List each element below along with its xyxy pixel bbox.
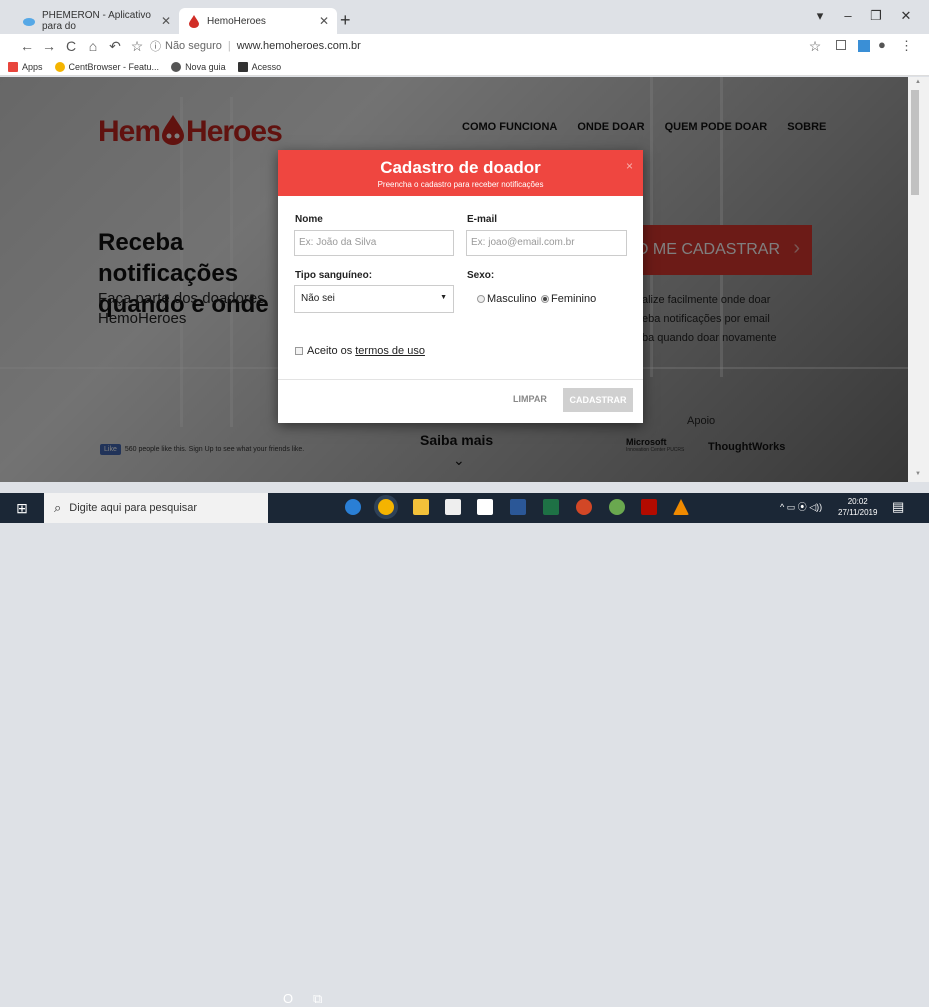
radio-label: Masculino bbox=[487, 293, 537, 305]
search-icon: ⌕ bbox=[54, 500, 62, 515]
radio-masculino[interactable]: Masculino bbox=[477, 293, 537, 305]
app-icon[interactable] bbox=[609, 499, 625, 515]
nome-label: Nome bbox=[295, 214, 323, 225]
submit-button[interactable]: CADASTRAR bbox=[563, 388, 633, 412]
search-placeholder: Digite aqui para pesquisar bbox=[69, 502, 198, 514]
taskbar-search[interactable]: ⌕ Digite aqui para pesquisar bbox=[44, 493, 268, 523]
system-tray[interactable]: ^ ▭ ⦿ ◁)) bbox=[780, 500, 822, 513]
cloud-favicon-icon bbox=[22, 14, 36, 28]
bookmark-star-button[interactable]: ☆ bbox=[126, 38, 148, 55]
radio-icon bbox=[477, 295, 485, 303]
restore-button[interactable]: ❐ bbox=[864, 8, 888, 24]
home-button[interactable]: ⌂ bbox=[82, 38, 104, 54]
scroll-up-icon[interactable]: ▲ bbox=[915, 79, 921, 85]
tab-label: PHEMERON - Aplicativo para do bbox=[42, 10, 151, 32]
extension-icon[interactable] bbox=[836, 40, 846, 50]
bookmark-label: CentBrowser - Featu... bbox=[68, 61, 160, 72]
bookmark-label: Apps bbox=[22, 61, 43, 72]
tab-strip: PHEMERON - Aplicativo para do ✕ HemoHero… bbox=[0, 0, 929, 34]
centbrowser-icon bbox=[54, 61, 65, 72]
tab-phemeron[interactable]: PHEMERON - Aplicativo para do ✕ bbox=[14, 8, 179, 34]
windows-start-icon[interactable]: ⊞ bbox=[0, 500, 44, 517]
modal-subtitle: Preencha o cadastro para receber notific… bbox=[377, 180, 544, 189]
clock-time: 20:02 bbox=[847, 497, 868, 506]
modal-title: Cadastro de doador bbox=[380, 158, 541, 177]
centbrowser-icon[interactable] bbox=[378, 499, 394, 515]
bookmark-label: Acesso bbox=[251, 61, 282, 72]
dropdown-arrow-icon: ▼ bbox=[440, 294, 447, 301]
history-button[interactable]: ↶ bbox=[104, 38, 126, 55]
terms-link[interactable]: termos de uso bbox=[355, 345, 425, 357]
signup-modal: Cadastro de doador Preencha o cadastro p… bbox=[278, 150, 643, 423]
tipo-sanguineo-select[interactable]: Não sei ▼ bbox=[294, 285, 454, 313]
bookmark-label: Nova guia bbox=[185, 61, 226, 72]
powerpoint-icon[interactable] bbox=[576, 499, 592, 515]
word-icon[interactable] bbox=[510, 499, 526, 515]
url-separator: | bbox=[227, 40, 231, 52]
sexo-label: Sexo: bbox=[467, 270, 495, 281]
bookmark-centbrowser[interactable]: CentBrowser - Featu... bbox=[54, 61, 160, 72]
bookmark-acesso[interactable]: Acesso bbox=[237, 61, 282, 72]
apps-grid-icon bbox=[8, 61, 18, 72]
checkbox-icon bbox=[295, 347, 303, 355]
close-window-button[interactable]: ✕ bbox=[894, 8, 918, 24]
info-icon[interactable]: ⓘ bbox=[150, 38, 161, 54]
radio-checked-icon bbox=[541, 295, 549, 303]
modal-footer-divider bbox=[278, 379, 643, 380]
security-status: Não seguro bbox=[165, 40, 222, 52]
notification-extension-icon[interactable] bbox=[858, 40, 870, 52]
tab-hemoheroes[interactable]: HemoHeroes ✕ bbox=[179, 8, 337, 34]
navigation-toolbar: ← → C ⌂ ↶ ☆ ⓘ Não seguro | www.hemoheroe… bbox=[0, 34, 929, 58]
profile-icon[interactable]: ● bbox=[878, 37, 886, 52]
bookmarks-bar: Apps CentBrowser - Featu... Nova guia Ac… bbox=[0, 58, 929, 76]
back-button[interactable]: ← bbox=[16, 38, 38, 54]
globe-icon bbox=[171, 61, 182, 72]
minimize-button[interactable]: – bbox=[836, 8, 860, 23]
excel-icon[interactable] bbox=[543, 499, 559, 515]
clock-date: 27/11/2019 bbox=[838, 508, 878, 517]
nome-field[interactable]: Ex: João da Silva bbox=[294, 230, 454, 256]
tab-label: HemoHeroes bbox=[207, 15, 266, 27]
clear-button[interactable]: LIMPAR bbox=[513, 394, 547, 404]
mail-icon[interactable] bbox=[477, 499, 493, 515]
tab-search-dropdown-icon[interactable]: ▾ bbox=[808, 8, 832, 24]
terms-label: Aceito os bbox=[307, 345, 353, 357]
store-icon[interactable] bbox=[445, 499, 461, 515]
radio-feminino[interactable]: Feminino bbox=[541, 293, 596, 305]
new-tab-button[interactable]: + bbox=[340, 10, 351, 31]
blood-drop-favicon-icon bbox=[187, 14, 201, 28]
tab-close-icon[interactable]: ✕ bbox=[161, 14, 171, 28]
file-explorer-icon[interactable] bbox=[413, 499, 429, 515]
bookmark-page-icon[interactable]: ☆ bbox=[804, 38, 826, 55]
url-text[interactable]: www.hemoheroes.com.br bbox=[237, 40, 361, 52]
bookmark-apps[interactable]: Apps bbox=[8, 61, 43, 72]
menu-icon[interactable]: ⋮ bbox=[900, 38, 913, 54]
bookmark-nova-guia[interactable]: Nova guia bbox=[171, 61, 226, 72]
select-value: Não sei bbox=[301, 293, 335, 304]
scrollbar-thumb[interactable] bbox=[911, 90, 919, 195]
email-label: E-mail bbox=[467, 214, 498, 225]
tipo-sanguineo-label: Tipo sanguíneo: bbox=[295, 270, 373, 281]
address-bar[interactable]: ⓘ Não seguro | www.hemoheroes.com.br bbox=[150, 37, 361, 55]
terms-checkbox[interactable]: Aceito os termos de uso bbox=[295, 345, 425, 357]
acrobat-icon[interactable] bbox=[641, 499, 657, 515]
cortana-icon[interactable]: O bbox=[283, 991, 293, 1006]
forward-button[interactable]: → bbox=[38, 38, 60, 54]
pkp-icon bbox=[237, 61, 248, 72]
reload-button[interactable]: C bbox=[60, 38, 82, 54]
close-icon[interactable]: × bbox=[626, 159, 633, 173]
edge-icon[interactable] bbox=[345, 499, 361, 515]
email-field[interactable]: Ex: joao@email.com.br bbox=[466, 230, 627, 256]
tab-close-icon[interactable]: ✕ bbox=[319, 14, 329, 28]
radio-label: Feminino bbox=[551, 293, 597, 305]
taskbar-clock[interactable]: 20:02 27/11/2019 bbox=[838, 496, 877, 518]
scroll-down-icon[interactable]: ▼ bbox=[915, 471, 921, 477]
task-view-icon[interactable]: ⧉ bbox=[313, 991, 322, 1007]
notifications-icon[interactable]: ▤ bbox=[892, 499, 904, 515]
modal-header: Cadastro de doador Preencha o cadastro p… bbox=[278, 150, 643, 196]
